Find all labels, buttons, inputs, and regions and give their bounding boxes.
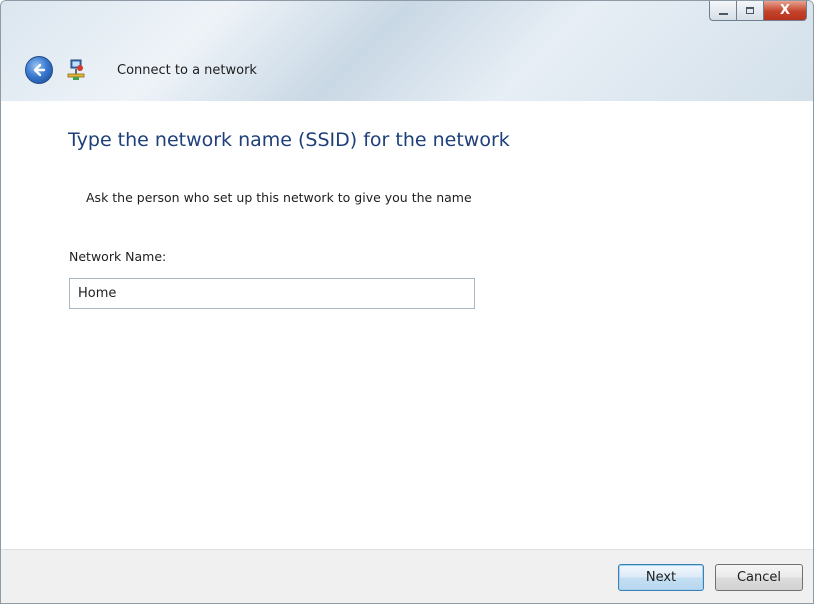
cancel-button[interactable]: Cancel xyxy=(715,564,803,591)
page-heading: Type the network name (SSID) for the net… xyxy=(68,129,510,151)
maximize-icon xyxy=(746,7,754,14)
network-name-label: Network Name: xyxy=(69,249,167,264)
maximize-button[interactable] xyxy=(736,1,763,21)
instruction-text: Ask the person who set up this network t… xyxy=(86,190,472,205)
network-name-input[interactable] xyxy=(69,278,475,309)
minimize-button[interactable] xyxy=(709,1,736,21)
next-button[interactable]: Next xyxy=(618,564,704,591)
close-icon: X xyxy=(779,3,791,18)
back-button[interactable] xyxy=(25,56,53,84)
window-controls: X xyxy=(709,1,807,23)
connect-network-window: X Connect to a network Type the network … xyxy=(0,0,814,604)
main-content: Type the network name (SSID) for the net… xyxy=(1,101,813,549)
minimize-icon xyxy=(718,13,728,15)
window-title: Connect to a network xyxy=(117,63,257,78)
header-row: Connect to a network xyxy=(1,53,813,93)
button-bar: Next Cancel xyxy=(1,549,813,603)
network-icon xyxy=(67,59,85,80)
title-bar: X Connect to a network xyxy=(1,1,813,101)
back-arrow-icon xyxy=(33,63,46,77)
close-button[interactable]: X xyxy=(763,1,807,21)
